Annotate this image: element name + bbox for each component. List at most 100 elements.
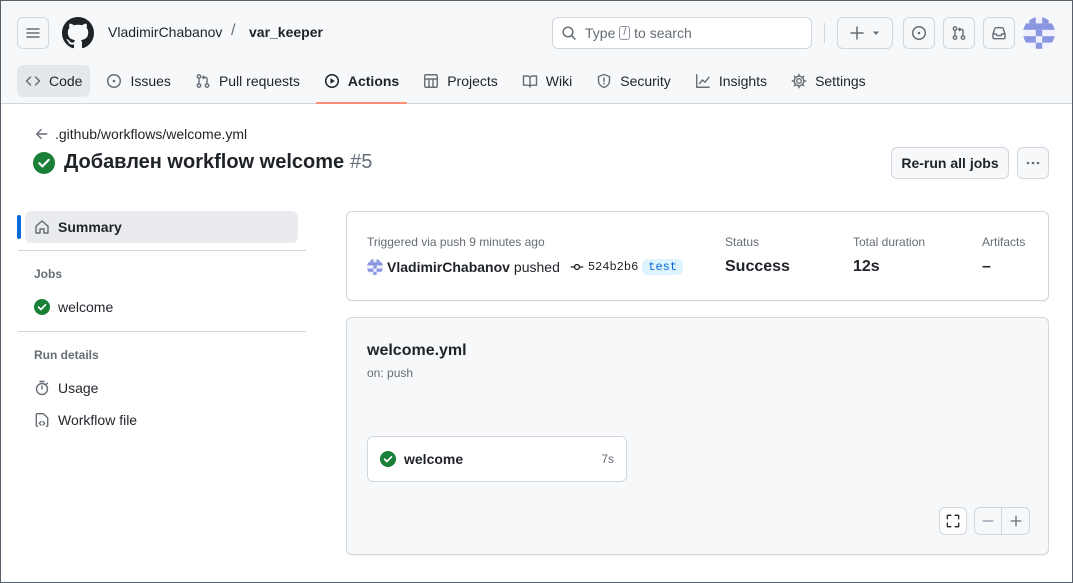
tab-label: Security — [620, 73, 671, 89]
run-summary-card: Triggered via push 9 minutes ago Vladimi… — [346, 211, 1049, 301]
search-placeholder-prefix: Type — [585, 25, 616, 41]
repo-link[interactable]: var_keeper — [249, 24, 323, 40]
duration-label: Total duration — [853, 235, 926, 249]
your-issues-button[interactable] — [903, 17, 935, 49]
workflow-path: .github/workflows/welcome.yml — [55, 126, 248, 142]
sidebar-item-label: Workflow file — [58, 412, 138, 428]
breadcrumb-separator: / — [231, 22, 236, 39]
graph-icon — [695, 74, 710, 88]
git-commit-icon — [570, 263, 584, 271]
pull-request-icon — [196, 74, 210, 88]
plus-icon — [1010, 515, 1021, 527]
page-title: Добавлен workflow welcome #5 — [33, 151, 372, 174]
zoom-out-button[interactable] — [975, 508, 1002, 534]
actor-link[interactable]: VladimirChabanov — [387, 259, 510, 275]
inbox-icon — [992, 27, 1006, 40]
artifacts-value: – — [982, 258, 991, 275]
arrow-left-icon — [36, 128, 48, 140]
zoom-in-button[interactable] — [1002, 508, 1029, 534]
job-duration: 7s — [601, 452, 614, 466]
kebab-horizontal-icon — [1026, 161, 1040, 165]
triangle-down-icon — [873, 31, 879, 35]
workflow-graph-card: welcome.yml on: push welcome 7s — [346, 317, 1049, 555]
tab-label: Pull requests — [218, 73, 300, 89]
sidebar-item-label: Summary — [58, 219, 122, 235]
zoom-controls — [974, 507, 1030, 535]
workflow-file-name: welcome.yml — [367, 342, 467, 359]
tab-security[interactable]: Security — [588, 65, 679, 97]
active-item-marker — [17, 215, 21, 239]
check-circle-fill-icon — [34, 299, 50, 315]
artifacts-label: Artifacts — [982, 235, 1026, 249]
tab-label: Actions — [347, 73, 400, 89]
dash-icon — [982, 520, 994, 522]
check-circle-fill-icon — [380, 451, 396, 467]
issue-opened-icon — [107, 73, 122, 89]
screen-full-icon — [946, 514, 960, 528]
sidebar-item-label: welcome — [58, 299, 114, 315]
tab-pull-requests[interactable]: Pull requests — [187, 65, 308, 97]
table-icon — [424, 74, 439, 88]
plus-icon — [850, 26, 864, 40]
tab-insights[interactable]: Insights — [687, 65, 775, 97]
sidebar-item-label: Usage — [58, 380, 99, 396]
tab-actions[interactable]: Actions — [315, 65, 408, 104]
github-logo-icon[interactable] — [62, 17, 94, 49]
tab-label: Projects — [447, 73, 498, 89]
identicon-avatar-icon — [1023, 17, 1055, 49]
trigger-text: Triggered via push 9 minutes ago — [367, 235, 545, 249]
status-label: Status — [725, 235, 760, 249]
job-name: welcome — [404, 451, 464, 467]
artifacts-stat: Artifacts – — [982, 235, 1025, 276]
search-shortcut-key: / — [619, 26, 631, 40]
job-node-welcome[interactable]: welcome 7s — [367, 436, 627, 482]
run-number: #5 — [350, 151, 373, 173]
tab-label: Issues — [130, 73, 171, 89]
hamburger-menu-button[interactable] — [17, 17, 49, 49]
workflow-back-link[interactable]: .github/workflows/welcome.yml — [35, 126, 247, 142]
user-avatar[interactable] — [1023, 17, 1055, 49]
actor-avatar[interactable] — [367, 259, 383, 275]
notifications-button[interactable] — [983, 17, 1015, 49]
book-icon — [522, 75, 537, 88]
tab-wiki[interactable]: Wiki — [514, 65, 580, 97]
commit-link[interactable]: 524b2b6 — [570, 260, 638, 274]
rerun-all-jobs-button[interactable]: Re-run all jobs — [891, 147, 1009, 179]
tab-code[interactable]: Code — [17, 65, 91, 97]
commit-sha: 524b2b6 — [587, 260, 639, 274]
fullscreen-button[interactable] — [939, 507, 967, 535]
file-code-icon — [35, 413, 49, 427]
search-placeholder-suffix: to search — [634, 25, 692, 41]
workflow-trigger: on: push — [367, 366, 414, 380]
play-icon — [324, 73, 339, 89]
sidebar-item-summary[interactable]: Summary — [25, 211, 298, 243]
create-new-button[interactable] — [837, 17, 893, 49]
issue-opened-icon — [911, 25, 927, 41]
global-header: VladimirChabanov / var_keeper Type / to … — [1, 1, 1072, 104]
tab-projects[interactable]: Projects — [415, 65, 506, 97]
repo-nav: Code Issues Pull requests Actions Projec… — [17, 65, 882, 104]
sidebar-item-usage[interactable]: Usage — [34, 380, 98, 396]
your-pull-requests-button[interactable] — [943, 17, 975, 49]
trigger-verb: pushed — [513, 259, 560, 275]
sidebar-divider — [18, 250, 306, 251]
more-options-button[interactable] — [1017, 147, 1049, 179]
trigger-line: VladimirChabanov pushed 524b2b6 test — [367, 259, 684, 275]
tab-label: Code — [49, 73, 83, 89]
sidebar-item-job-welcome[interactable]: welcome — [34, 299, 113, 315]
tab-settings[interactable]: Settings — [783, 65, 874, 97]
tab-issues[interactable]: Issues — [98, 65, 178, 97]
shield-icon — [598, 73, 611, 89]
branch-badge[interactable]: test — [642, 259, 684, 275]
sidebar-item-workflow-file[interactable]: Workflow file — [34, 412, 137, 428]
gear-icon — [791, 73, 807, 89]
status-stat: Status Success — [725, 235, 790, 276]
pull-request-icon — [952, 26, 966, 40]
duration-stat: Total duration 12s — [853, 235, 925, 276]
owner-link[interactable]: VladimirChabanov — [108, 24, 222, 40]
tab-label: Wiki — [545, 73, 573, 89]
search-input[interactable]: Type / to search — [552, 17, 812, 49]
header-divider — [824, 23, 825, 43]
sidebar-heading-jobs: Jobs — [34, 267, 63, 281]
duration-value[interactable]: 12s — [853, 258, 925, 276]
